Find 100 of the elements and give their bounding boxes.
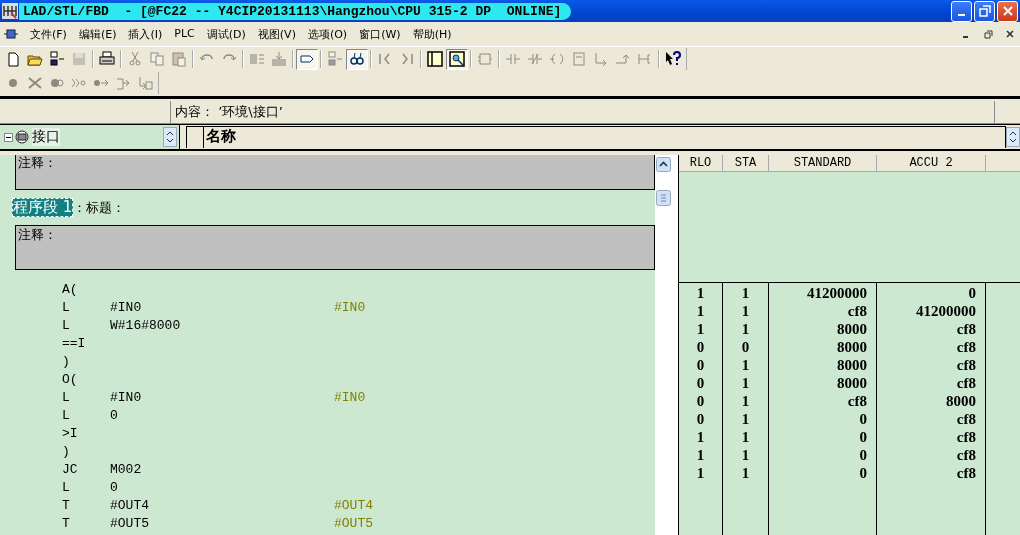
- table-cell-text: cf8: [955, 428, 976, 446]
- table-cell-text: 1: [740, 284, 751, 302]
- table-cell-text: 1: [695, 464, 706, 482]
- splitter-bar[interactable]: [672, 155, 679, 535]
- table-cell-text: cf8: [955, 356, 976, 374]
- symbol-comment: #OUT5: [334, 515, 373, 533]
- table-cell-text: cf8: [955, 374, 976, 392]
- restore-button[interactable]: [974, 0, 995, 22]
- operand: #OUT5: [110, 515, 150, 533]
- path-label: 内容： ’环境\接口’: [171, 101, 995, 123]
- interface-icon: [15, 130, 29, 144]
- instruction: L: [62, 317, 71, 335]
- table-cell-text: 0: [695, 392, 706, 410]
- table-cell-text: 8000: [836, 338, 867, 356]
- new-document-icon[interactable]: [5, 51, 21, 67]
- table-cell-text: cf8: [955, 410, 976, 428]
- table-cell-text: 1: [740, 374, 751, 392]
- table-cell-text: 0: [858, 446, 867, 464]
- scrollbar[interactable]: [655, 155, 672, 535]
- ladder-icon: [2, 3, 18, 19]
- spin-control[interactable]: [1006, 127, 1020, 147]
- window-title: LAD/STL/FBD - [@FC22 -- Y4CIP20131113\Hangzhou\CPU 315-2 DP ONLINE]: [19, 2, 572, 20]
- glasses-icon[interactable]: [349, 51, 365, 67]
- table-cell-text: 8000: [836, 320, 867, 338]
- tree-item[interactable]: 接口: [32, 128, 60, 146]
- table-cell-text: 0: [695, 410, 706, 428]
- table-cell-text: 0: [695, 374, 706, 392]
- instruction: L: [62, 407, 71, 425]
- magnifier-icon[interactable]: [449, 51, 465, 67]
- operand: M002: [110, 461, 143, 479]
- table-cell-text: 1: [695, 284, 706, 302]
- close-button[interactable]: [997, 0, 1018, 22]
- table-cell-text: 1: [740, 464, 751, 482]
- menu-item[interactable]: 文件(F): [24, 26, 73, 42]
- operand: 0: [110, 407, 119, 425]
- scroll-thumb[interactable]: [656, 190, 671, 206]
- menu-item[interactable]: 编辑(E): [72, 26, 123, 42]
- table-cell-text: 1: [740, 410, 751, 428]
- menu-item[interactable]: 插入(I): [122, 26, 169, 42]
- column-header: RLO: [679, 155, 723, 171]
- scroll-up-icon[interactable]: [656, 157, 671, 172]
- table-cell-text: 1: [740, 428, 751, 446]
- table-cell-text: 1: [695, 320, 706, 338]
- collapse-icon[interactable]: [4, 132, 13, 142]
- menu-item[interactable]: 调试(D): [200, 26, 252, 42]
- close-icon: [1001, 5, 1014, 17]
- instruction: L: [62, 389, 71, 407]
- table-cell-text: 0: [695, 338, 706, 356]
- column-header: STANDARD: [769, 155, 877, 171]
- instruction: L: [62, 479, 71, 497]
- table-cell-text: 1: [695, 446, 706, 464]
- minimize-button[interactable]: [951, 0, 972, 22]
- network-label[interactable]: 程序段 1: [12, 198, 74, 217]
- table-cell-text: 1: [740, 446, 751, 464]
- table-cell-text: 0: [967, 284, 976, 302]
- instruction: JC: [62, 461, 79, 479]
- instruction: ==I: [62, 335, 87, 353]
- table-cell-text: 1: [740, 356, 751, 374]
- close-icon: [1006, 30, 1014, 38]
- document-icon[interactable]: [4, 29, 18, 39]
- table-cell-text: 41200000: [915, 302, 976, 320]
- table-cell-text: 1: [740, 392, 751, 410]
- column-header: STA: [723, 155, 769, 171]
- table-cell-text: 0: [858, 464, 867, 482]
- menu-item[interactable]: 帮助(H): [406, 26, 458, 42]
- spin-control[interactable]: [163, 127, 177, 147]
- table-cell-text: 0: [695, 356, 706, 374]
- menu-item[interactable]: 视图(V): [251, 26, 302, 42]
- table-cell-text: 0: [858, 410, 867, 428]
- table-cell-text: 0: [858, 428, 867, 446]
- operand: #IN0: [110, 299, 143, 317]
- table-cell-text: 8000: [836, 356, 867, 374]
- table-cell-text: cf8: [955, 464, 976, 482]
- table-cell-text: cf8: [846, 302, 867, 320]
- instruction: >I: [62, 425, 79, 443]
- panel-icon[interactable]: [427, 51, 443, 67]
- network-icon[interactable]: [49, 51, 65, 67]
- menu-item[interactable]: 窗口(W): [353, 26, 407, 42]
- restore-icon: [983, 29, 993, 39]
- operand: 0: [110, 479, 119, 497]
- instruction: ): [62, 353, 71, 371]
- table-cell-text: 41200000: [806, 284, 867, 302]
- table-cell-text: 1: [740, 320, 751, 338]
- column-header: ACCU 2: [877, 155, 986, 171]
- column-header: 名称: [205, 127, 236, 147]
- menu-item[interactable]: PLC: [168, 26, 201, 42]
- menu-item[interactable]: 选项(O): [301, 26, 354, 42]
- table-cell-text: 1: [740, 302, 751, 320]
- help-pointer-icon[interactable]: [665, 51, 681, 67]
- operand: #OUT4: [110, 497, 150, 515]
- instruction: L: [62, 299, 71, 317]
- minimize-icon: [958, 14, 965, 16]
- table-cell-text: cf8: [955, 338, 976, 356]
- symbol-comment: #IN0: [334, 299, 366, 317]
- operand: #IN0: [110, 389, 143, 407]
- table-cell-text: cf8: [955, 446, 976, 464]
- printer-icon[interactable]: [99, 51, 115, 67]
- symbol-comment: #OUT4: [334, 497, 373, 515]
- instruction: O(: [62, 371, 79, 389]
- table-cell-text: 8000: [945, 392, 976, 410]
